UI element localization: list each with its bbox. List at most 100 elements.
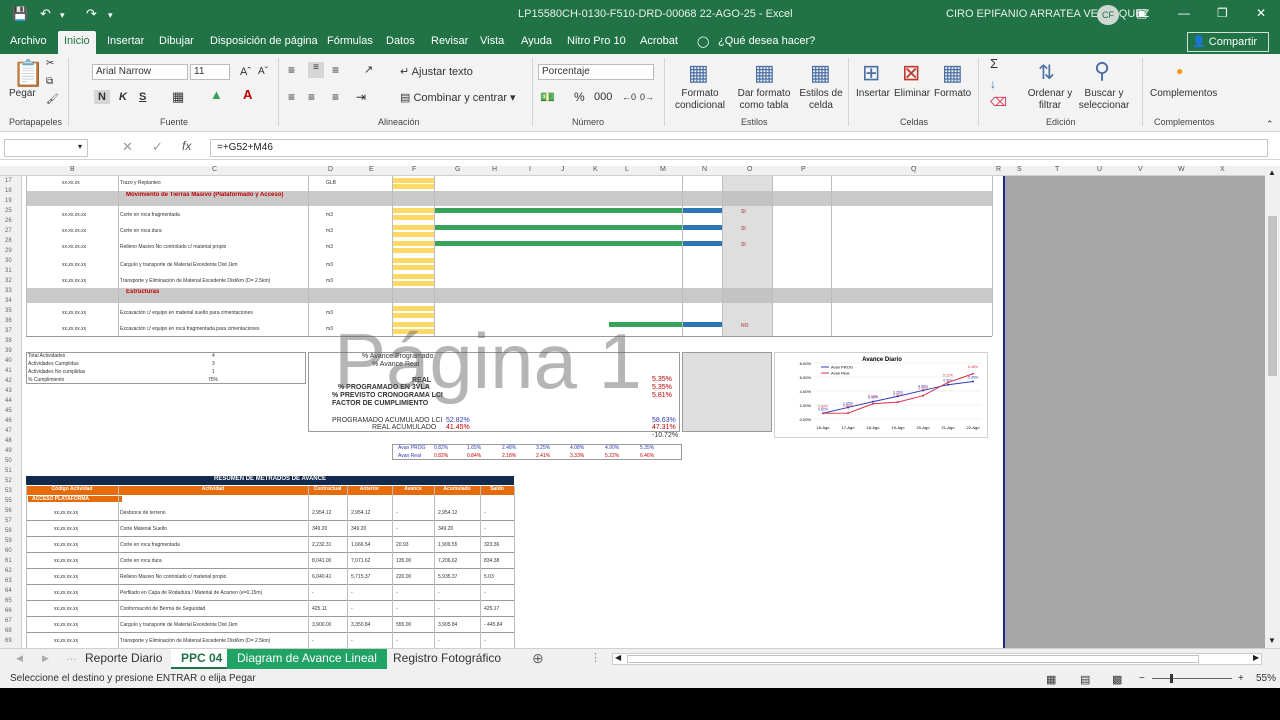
close-icon[interactable]: ✕ <box>1256 6 1266 20</box>
summary-cell[interactable]: 5,715.37 <box>351 574 370 580</box>
row-number[interactable]: 67 <box>5 618 12 624</box>
row-number[interactable]: 55 <box>5 498 12 504</box>
tab-diagrama-avance[interactable]: Diagram de Avance Lineal <box>227 649 387 669</box>
autosum-icon[interactable]: Σ <box>990 57 998 70</box>
row-number[interactable]: 44 <box>5 398 12 404</box>
save-icon[interactable]: 💾 <box>12 6 28 22</box>
activity-code[interactable]: xx.xx.xx.xx <box>62 244 86 250</box>
summary-cell[interactable]: 5.03 <box>484 574 494 580</box>
sort-filter-icon[interactable]: ⇅ <box>1038 60 1055 85</box>
summary-cell[interactable]: 349.20 <box>312 526 327 532</box>
hscroll-thumb[interactable] <box>627 655 1199 663</box>
tab-inicio[interactable]: Inicio <box>58 31 96 54</box>
activity-code[interactable]: xx.xx.xx.xx <box>62 262 86 268</box>
row-number[interactable]: 64 <box>5 588 12 594</box>
summary-cell[interactable]: - <box>438 638 440 644</box>
real-acum-value[interactable]: 41.45% <box>446 424 470 431</box>
activity-name[interactable]: Corte en roca fragmentada <box>120 212 180 218</box>
summary-cell[interactable]: Corte Material Suelto <box>120 526 167 532</box>
summary-cell[interactable]: xx.xx.xx.xx <box>54 510 78 516</box>
col-header[interactable]: E <box>369 166 374 173</box>
summary-cell[interactable]: 5,935.37 <box>438 574 457 580</box>
real-cell[interactable] <box>392 265 434 270</box>
row-number[interactable]: 46 <box>5 418 12 424</box>
summary-cell[interactable]: - 445.84 <box>484 622 502 628</box>
row-number[interactable]: 17 <box>5 178 12 184</box>
activity-unit[interactable]: m3 <box>326 310 333 316</box>
summary-cell[interactable]: - <box>312 638 314 644</box>
orientation-icon[interactable]: ↗ <box>364 64 373 76</box>
activity-name[interactable]: Trazo y Replanteo <box>120 180 161 186</box>
row-number[interactable]: 56 <box>5 508 12 514</box>
small-prog-value[interactable]: 0.82% <box>434 445 448 451</box>
tab-formulas[interactable]: Fórmulas <box>327 35 373 47</box>
undo-icon[interactable]: ↶ <box>40 6 51 22</box>
summary-cell[interactable]: 7,206.62 <box>438 558 457 564</box>
col-header[interactable]: R <box>996 166 1001 173</box>
align-middle-icon[interactable]: ≡ <box>308 62 324 78</box>
small-prog-value[interactable]: 3.25% <box>536 445 550 451</box>
row-number[interactable]: 30 <box>5 258 12 264</box>
real-acum-cron-value[interactable]: 47.31% <box>652 424 676 431</box>
undo-dropdown-icon[interactable]: ▾ <box>60 10 65 21</box>
small-prog-value[interactable]: 2.48% <box>502 445 516 451</box>
delete-cells-icon[interactable]: ⊠ <box>902 60 920 86</box>
activity-name[interactable]: Relleno Masivo No controlado c/ material… <box>120 244 226 250</box>
activity-unit[interactable]: m3 <box>326 278 333 284</box>
indent-icon[interactable]: ⇥ <box>356 91 366 103</box>
col-header[interactable]: N <box>702 166 707 173</box>
number-format-box[interactable]: Porcentaje <box>538 64 654 80</box>
paste-icon[interactable]: 📋 <box>12 58 44 89</box>
col-header[interactable]: J <box>561 166 565 173</box>
row-number[interactable]: 18 <box>5 188 12 194</box>
italic-button[interactable]: K <box>119 91 127 103</box>
worksheet-grid[interactable]: xx.xx.xx Trazo y Replanteo GLB Movimient… <box>22 176 1005 648</box>
zoom-level[interactable]: 55% <box>1256 673 1276 684</box>
summary-title[interactable]: RESUMEN DE METRADOS DE AVANCE <box>26 476 514 485</box>
tab-split-icon[interactable]: ⋮ <box>590 651 601 664</box>
kpi-value[interactable]: 4 <box>212 353 215 359</box>
row-number[interactable]: 43 <box>5 388 12 394</box>
insert-cells-button[interactable]: Insertar <box>856 88 890 100</box>
small-prog-value[interactable]: 5.35% <box>640 445 654 451</box>
name-box-dropdown-icon[interactable]: ▾ <box>78 142 82 151</box>
row-number[interactable]: 51 <box>5 468 12 474</box>
summary-cell[interactable]: xx.xx.xx.xx <box>54 558 78 564</box>
summary-column-header[interactable]: Avance <box>392 486 434 495</box>
activity-unit[interactable]: m3 <box>326 326 333 332</box>
summary-cell[interactable]: - <box>351 606 353 612</box>
activity-code[interactable]: xx.xx.xx.xx <box>62 212 86 218</box>
prog-cell[interactable] <box>392 178 434 183</box>
tab-archivo[interactable]: Archivo <box>10 35 47 47</box>
sort-filter-button[interactable]: Ordenar y filtrar <box>1022 88 1078 112</box>
col-header[interactable]: O <box>747 166 752 173</box>
summary-column-header[interactable]: Contractual <box>308 486 347 495</box>
summary-cell[interactable]: - <box>438 606 440 612</box>
row-number[interactable]: 25 <box>5 208 12 214</box>
row-number[interactable]: 49 <box>5 448 12 454</box>
kpi-value[interactable]: 3 <box>212 361 215 367</box>
format-table-icon[interactable]: ▦ <box>754 60 775 86</box>
col-header[interactable]: V <box>1138 166 1143 173</box>
decrease-decimal-icon[interactable]: 0→ <box>640 91 654 103</box>
activity-unit[interactable]: m3 <box>326 244 333 250</box>
col-header[interactable]: C <box>212 166 217 173</box>
row-number[interactable]: 32 <box>5 278 12 284</box>
scroll-up-icon[interactable]: ▲ <box>1268 168 1276 177</box>
col-header[interactable]: G <box>455 166 460 173</box>
row-number[interactable]: 37 <box>5 328 12 334</box>
tab-disposicion[interactable]: Disposición de página <box>210 35 318 47</box>
small-prog-value[interactable]: 1.65% <box>467 445 481 451</box>
small-real-value[interactable]: 5.22% <box>605 453 619 459</box>
wrap-text-button[interactable]: ↵ Ajustar texto <box>400 66 473 78</box>
summary-cell[interactable]: 425.11 <box>312 606 327 612</box>
col-header[interactable]: I <box>529 166 531 173</box>
activity-unit[interactable]: m3 <box>326 228 333 234</box>
redo-icon[interactable]: ↷ <box>86 6 97 22</box>
formula-input[interactable]: =+G52+M46 <box>210 139 1268 157</box>
small-real-value[interactable]: 0.82% <box>434 453 448 459</box>
row-number[interactable]: 19 <box>5 198 12 204</box>
row-number[interactable]: 58 <box>5 528 12 534</box>
col-header[interactable]: Q <box>911 166 916 173</box>
row-number[interactable]: 52 <box>5 478 12 484</box>
